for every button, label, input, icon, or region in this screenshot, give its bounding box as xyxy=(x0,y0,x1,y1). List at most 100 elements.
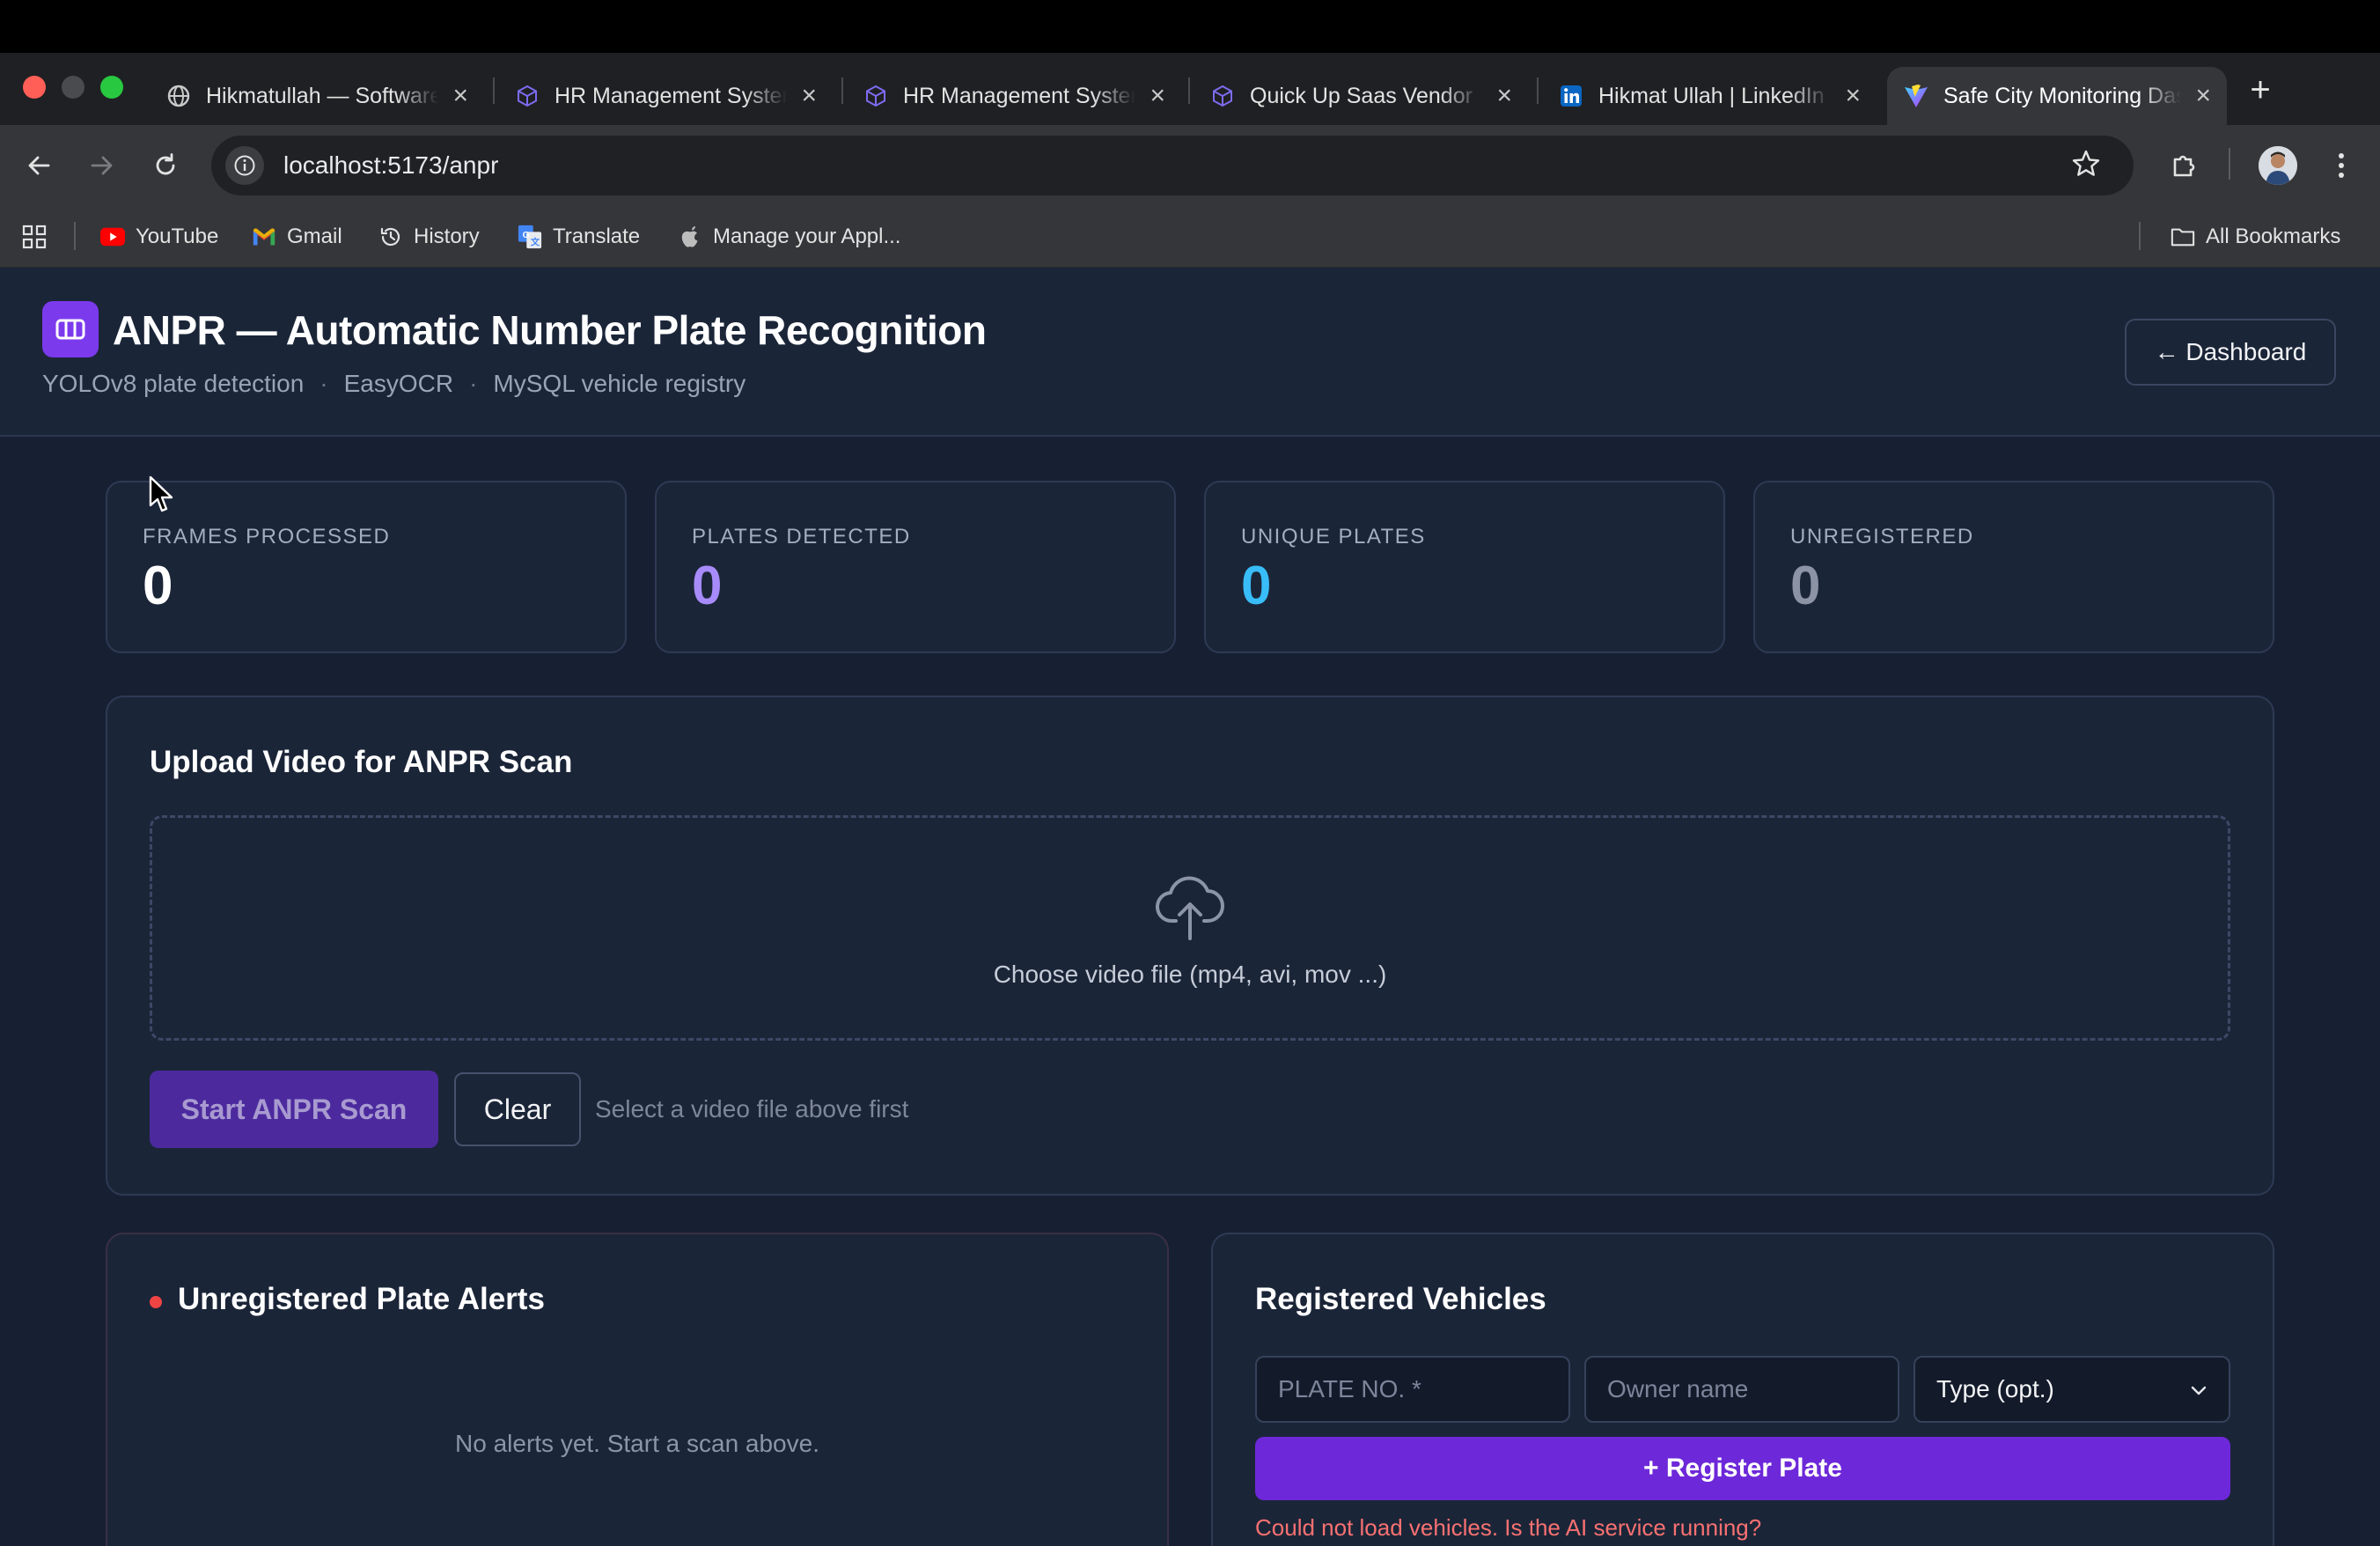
translate-icon: G文 xyxy=(518,225,542,249)
upload-panel-title: Upload Video for ANPR Scan xyxy=(150,745,573,779)
tab-title: Quick Up Saas Vendor xyxy=(1250,83,1473,108)
stat-value: 0 xyxy=(1241,556,1272,616)
alerts-panel-title: Unregistered Plate Alerts xyxy=(178,1282,545,1316)
browser-tab[interactable]: Quick Up Saas Vendor × xyxy=(1194,67,1528,125)
page-title: ANPR — Automatic Number Plate Recognitio… xyxy=(113,307,987,353)
subtitle-separator: · xyxy=(469,370,478,397)
tab-close-icon[interactable]: × xyxy=(452,81,468,111)
anpr-logo-icon xyxy=(42,301,99,357)
video-dropzone[interactable]: Choose video file (mp4, avi, mov ...) xyxy=(150,815,2230,1041)
svg-text:文: 文 xyxy=(530,236,540,247)
toolbar-separator xyxy=(2229,148,2230,180)
tab-title: Hikmat Ullah | LinkedIn xyxy=(1598,83,1825,108)
bookmark-youtube[interactable]: YouTube xyxy=(100,220,218,254)
browser-menu-kebab-icon[interactable] xyxy=(2324,148,2359,183)
plate-number-input[interactable] xyxy=(1278,1375,1547,1403)
address-bar[interactable]: localhost:5173/anpr xyxy=(211,136,2134,195)
alerts-empty-state: No alerts yet. Start a scan above. xyxy=(0,1430,1274,1458)
subtitle-item: MySQL vehicle registry xyxy=(493,370,746,397)
apps-grid-icon[interactable] xyxy=(21,220,48,254)
subtitle-separator: · xyxy=(320,370,328,397)
tab-separator xyxy=(1188,77,1190,104)
mouse-cursor-icon xyxy=(148,475,174,519)
bookmarks-bar xyxy=(0,206,2380,268)
cube-icon xyxy=(514,83,540,109)
forward-arrow-icon[interactable] xyxy=(84,148,120,183)
tab-close-icon[interactable]: × xyxy=(1496,81,1512,111)
plate-number-field[interactable] xyxy=(1255,1356,1570,1423)
bookmark-gmail[interactable]: Gmail xyxy=(252,220,342,254)
bookmark-label: YouTube xyxy=(136,225,219,248)
vehicle-type-select[interactable]: Type (opt.) xyxy=(1914,1356,2230,1423)
anpr-page: ANPR — Automatic Number Plate Recognitio… xyxy=(0,268,2380,1546)
stat-label: UNIQUE PLATES xyxy=(1241,525,1426,548)
owner-name-field[interactable] xyxy=(1584,1356,1899,1423)
tab-title: Safe City Monitoring Dashboard xyxy=(1943,83,2182,108)
browser-tab[interactable]: Hikmat Ullah | LinkedIn × xyxy=(1542,67,1877,125)
alerts-empty-text: No alerts yet. Start a scan above. xyxy=(455,1430,819,1457)
page-subtitle: YOLOv8 plate detection · EasyOCR · MySQL… xyxy=(42,370,746,398)
window-maximize-button[interactable] xyxy=(100,76,123,99)
stat-value: 0 xyxy=(143,556,173,616)
window-minimize-button[interactable] xyxy=(62,76,84,99)
browser-tab[interactable]: HR Management System × xyxy=(847,67,1181,125)
history-icon xyxy=(378,225,403,249)
site-info-icon[interactable] xyxy=(225,146,264,185)
vehicles-panel-title: Registered Vehicles xyxy=(1255,1282,1546,1316)
subtitle-item: YOLOv8 plate detection xyxy=(42,370,305,397)
tab-title: HR Management System xyxy=(555,83,788,108)
cloud-upload-icon xyxy=(1153,868,1227,946)
tab-close-icon[interactable]: × xyxy=(1150,81,1165,111)
bookmark-apple[interactable]: Manage your Appl... xyxy=(678,220,900,254)
browser-tab[interactable]: Hikmatullah — Software Engineer × xyxy=(150,67,484,125)
bookmark-history[interactable]: History xyxy=(378,220,480,254)
window-close-button[interactable] xyxy=(23,76,46,99)
vehicles-load-error: Could not load vehicles. Is the AI servi… xyxy=(1255,1514,1762,1541)
bookmark-label: All Bookmarks xyxy=(2206,225,2341,248)
os-menu-bar xyxy=(0,0,2380,53)
tab-close-icon[interactable]: × xyxy=(1845,81,1861,111)
cube-icon xyxy=(863,83,889,109)
url-text: localhost:5173/anpr xyxy=(283,151,499,179)
new-tab-button[interactable]: + xyxy=(2243,70,2278,110)
stat-card-frames-processed: FRAMES PROCESSED 0 xyxy=(106,481,627,653)
all-bookmarks-button[interactable]: All Bookmarks xyxy=(2171,220,2340,254)
back-to-dashboard-button[interactable]: ← Dashboard xyxy=(2125,319,2336,386)
subtitle-item: EasyOCR xyxy=(343,370,454,397)
youtube-icon xyxy=(100,225,125,249)
tab-separator xyxy=(493,77,495,104)
reload-icon[interactable] xyxy=(148,148,183,183)
stat-value: 0 xyxy=(692,556,723,616)
stat-card-plates-detected: PLATES DETECTED 0 xyxy=(655,481,1176,653)
extensions-puzzle-icon[interactable] xyxy=(2167,148,2202,183)
cube-icon xyxy=(1209,83,1236,109)
bookmarks-separator xyxy=(74,222,76,250)
bookmark-translate[interactable]: G文 Translate xyxy=(518,220,640,254)
globe-icon xyxy=(165,83,192,109)
stat-value: 0 xyxy=(1790,556,1821,616)
back-arrow-icon[interactable] xyxy=(21,148,56,183)
bookmarks-separator xyxy=(2139,222,2141,250)
register-plate-button[interactable]: + Register Plate xyxy=(1255,1437,2230,1500)
bookmark-star-icon[interactable] xyxy=(2070,148,2102,184)
bookmark-label: History xyxy=(414,225,480,248)
bookmark-label: Gmail xyxy=(287,225,342,248)
tab-title: HR Management System xyxy=(903,83,1136,108)
vehicle-type-selected: Type (opt.) xyxy=(1936,1375,2054,1402)
browser-tab-active[interactable]: Safe City Monitoring Dashboard × xyxy=(1887,67,2227,125)
upload-hint: Select a video file above first xyxy=(595,1095,909,1123)
unregistered-alerts-panel xyxy=(106,1233,1169,1546)
alert-status-dot xyxy=(150,1296,162,1308)
chevron-down-icon xyxy=(2190,1375,2207,1403)
start-anpr-scan-button[interactable]: Start ANPR Scan xyxy=(150,1071,438,1148)
stat-card-unregistered: UNREGISTERED 0 xyxy=(1753,481,2274,653)
profile-avatar[interactable] xyxy=(2259,146,2297,185)
browser-tab[interactable]: HR Management System × xyxy=(498,67,833,125)
owner-name-input[interactable] xyxy=(1607,1375,1877,1403)
svg-text:G: G xyxy=(523,231,530,240)
tab-close-icon[interactable]: × xyxy=(801,81,817,111)
clear-button[interactable]: Clear xyxy=(454,1072,581,1146)
stat-label: UNREGISTERED xyxy=(1790,525,1974,548)
tab-close-icon[interactable]: × xyxy=(2195,81,2211,111)
stat-label: PLATES DETECTED xyxy=(692,525,911,548)
